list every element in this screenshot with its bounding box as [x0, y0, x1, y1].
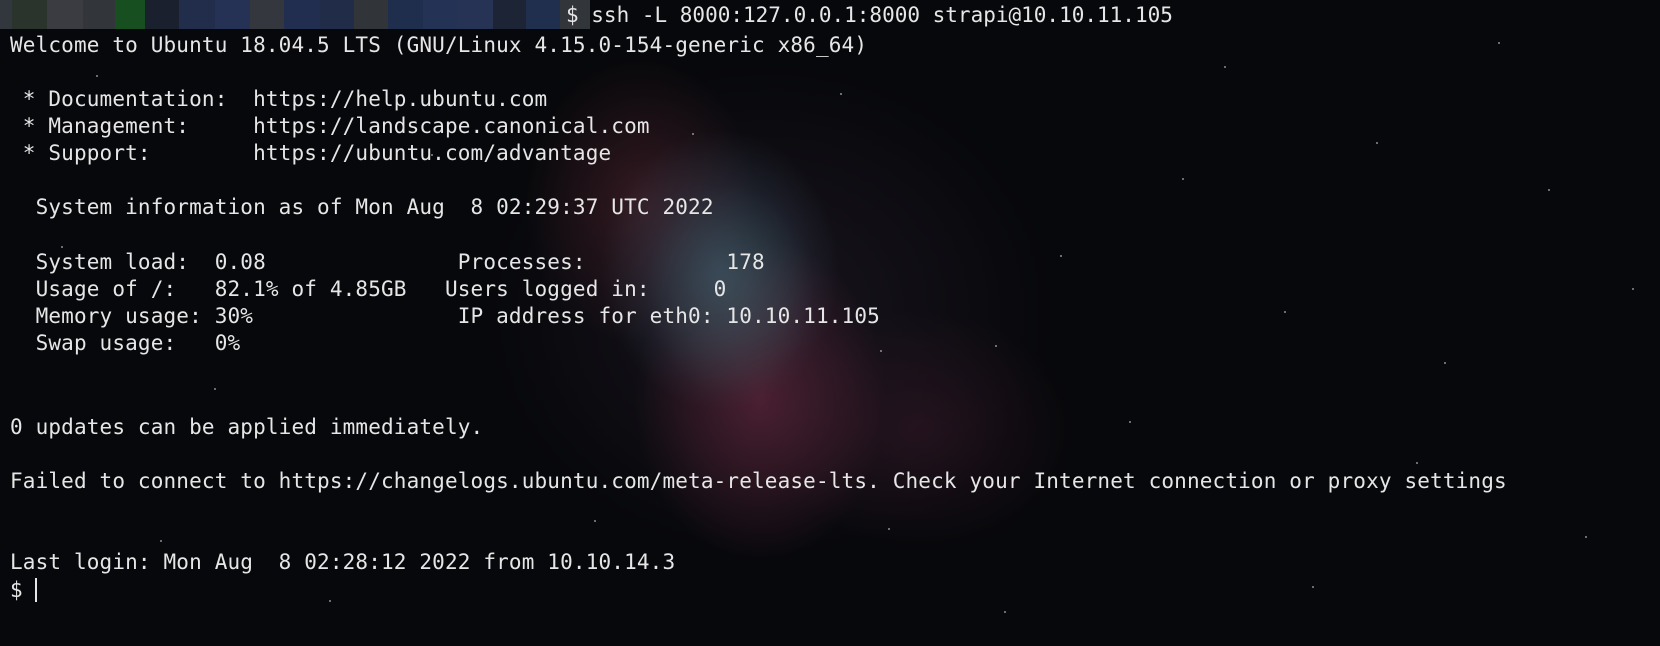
prompt-line[interactable]: $: [10, 577, 37, 604]
support-link-line: * Support: https://ubuntu.com/advantage: [10, 141, 612, 165]
terminal-window[interactable]: $ ssh -L 8000:127.0.0.1:8000 strapi@10.1…: [0, 0, 1660, 646]
management-link-line: * Management: https://landscape.canonica…: [10, 114, 650, 138]
ssh-command-line: $ ssh -L 8000:127.0.0.1:8000 strapi@10.1…: [566, 3, 1173, 27]
shell-prompt: $: [10, 578, 23, 602]
memory-usage-line: Memory usage: 30% IP address for eth0: 1…: [10, 304, 880, 328]
last-login-line: Last login: Mon Aug 8 02:28:12 2022 from…: [10, 550, 676, 574]
documentation-link-line: * Documentation: https://help.ubuntu.com: [10, 87, 548, 111]
system-load-line: System load: 0.08 Processes: 178: [10, 250, 765, 274]
connection-error-line: Failed to connect to https://changelogs.…: [10, 469, 1507, 493]
text-cursor[interactable]: [34, 578, 37, 602]
previous-scrollback-strip: [0, 0, 590, 29]
updates-line: 0 updates can be applied immediately.: [10, 415, 484, 439]
system-info-header: System information as of Mon Aug 8 02:29…: [10, 195, 714, 219]
welcome-banner: Welcome to Ubuntu 18.04.5 LTS (GNU/Linux…: [10, 33, 868, 57]
disk-usage-line: Usage of /: 82.1% of 4.85GB Users logged…: [10, 277, 727, 301]
swap-usage-line: Swap usage: 0%: [10, 331, 241, 355]
